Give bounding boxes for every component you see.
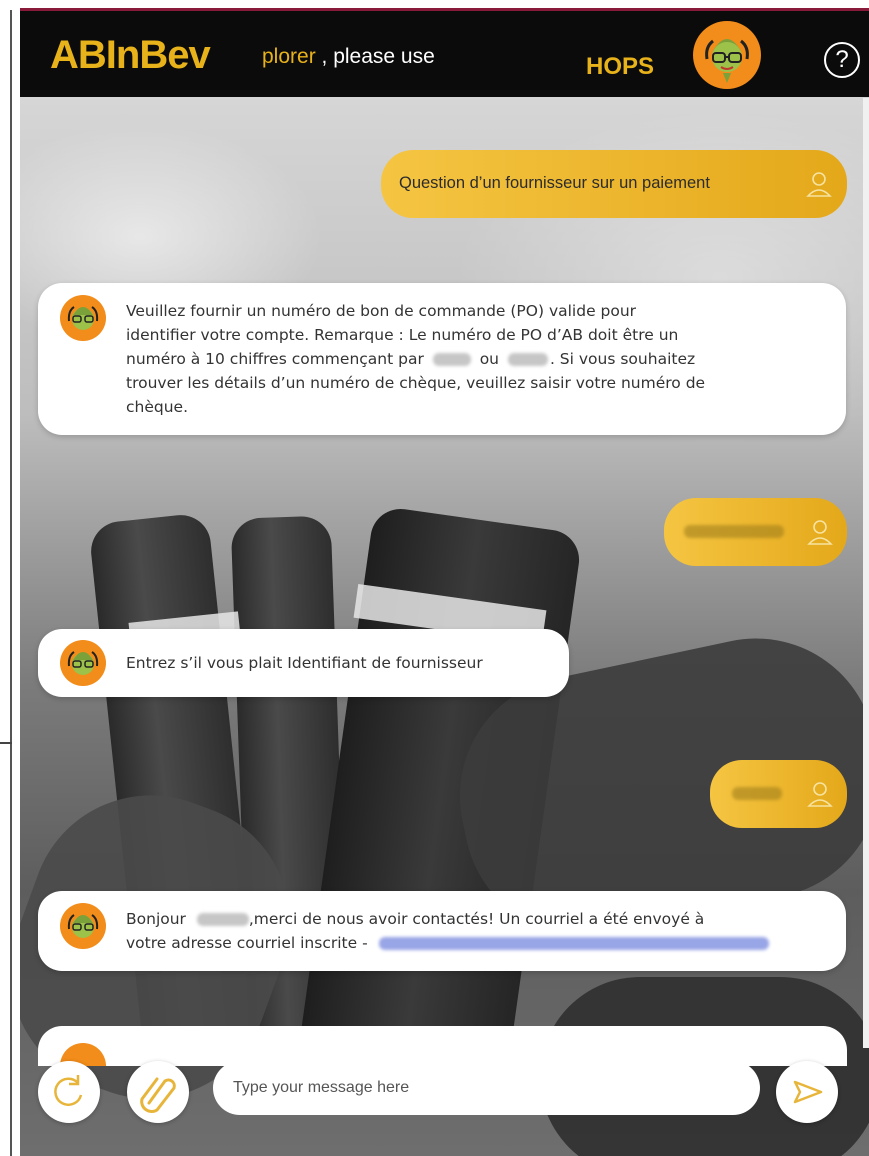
message-composer: [20, 1048, 869, 1156]
hops-mascot-icon: [60, 640, 106, 686]
redacted-name: [196, 913, 249, 926]
bot-message-line: identifier votre compte. Remarque : Le n…: [126, 326, 679, 344]
redacted-value: [507, 353, 548, 366]
abinbev-logo: ABInBev: [50, 33, 211, 77]
send-icon: [793, 1080, 823, 1104]
redacted-value: [432, 353, 471, 366]
bot-message-text: Veuillez fournir un numéro de bon de com…: [126, 299, 826, 419]
bot-message-line: numéro à 10 chiffres commençant par ou .…: [126, 347, 826, 371]
bot-message-fragment: . Si vous souhaitez: [549, 350, 696, 368]
bot-message: Bonjour ,merci de nous avoir contactés! …: [38, 891, 846, 971]
page-left-border: [10, 10, 12, 1156]
bot-message-line: chèque.: [126, 398, 189, 416]
refresh-button[interactable]: [38, 1061, 100, 1123]
header-marquee: plorer , please use: [262, 45, 522, 75]
marquee-partial-word: plorer: [262, 45, 316, 68]
background-photo: [20, 97, 869, 1156]
marquee-text: , please use: [321, 45, 435, 68]
help-button[interactable]: ?: [824, 42, 860, 78]
bot-message-line: Veuillez fournir un numéro de bon de com…: [126, 302, 637, 320]
bot-message-line: trouver les détails d’un numéro de chèqu…: [126, 374, 706, 392]
bot-message-line: votre adresse courriel inscrite -: [126, 931, 826, 955]
refresh-icon: [54, 1075, 83, 1106]
bot-message-fragment: numéro à 10 chiffres commençant par: [126, 350, 424, 368]
hops-mascot-icon: [60, 903, 106, 949]
bot-name: HOPS: [586, 53, 655, 80]
attach-button[interactable]: [127, 1061, 189, 1123]
redacted-value: [684, 525, 784, 538]
message-input[interactable]: [213, 1061, 760, 1115]
user-icon: [806, 172, 832, 197]
page-left-tick: [0, 742, 12, 744]
hops-mascot-icon: [60, 295, 106, 341]
bot-message-fragment: Bonjour: [126, 910, 186, 928]
send-button[interactable]: [776, 1061, 838, 1123]
chat-widget: ABInBev plorer , please use HOPS ? Quest…: [20, 8, 869, 1156]
user-message: [710, 760, 847, 828]
bot-message: Entrez s’il vous plait Identifiant de fo…: [38, 629, 569, 697]
bot-message-fragment: ou: [479, 350, 500, 368]
bot-message-text: Entrez s’il vous plait Identifiant de fo…: [126, 654, 483, 672]
bot-message-line: Bonjour ,merci de nous avoir contactés! …: [126, 907, 826, 931]
user-icon: [807, 520, 833, 545]
user-message: [664, 498, 847, 566]
hops-mascot-icon: [693, 21, 761, 89]
user-message-text: Question d’un fournisseur sur un paiemen…: [399, 174, 710, 192]
paperclip-icon: [140, 1077, 176, 1114]
user-icon: [807, 782, 833, 807]
bot-message-fragment: votre adresse courriel inscrite -: [126, 934, 368, 952]
chat-header: ABInBev plorer , please use HOPS ?: [20, 11, 869, 97]
chat-scrollbar[interactable]: [863, 98, 869, 1048]
user-message: Question d’un fournisseur sur un paiemen…: [381, 150, 847, 218]
bot-message-text: Bonjour ,merci de nous avoir contactés! …: [126, 907, 826, 955]
bot-message: Veuillez fournir un numéro de bon de com…: [38, 283, 846, 435]
bot-message-fragment: ,merci de nous avoir contactés! Un courr…: [248, 910, 705, 928]
redacted-value: [732, 787, 782, 800]
redacted-email-link[interactable]: [378, 937, 769, 950]
